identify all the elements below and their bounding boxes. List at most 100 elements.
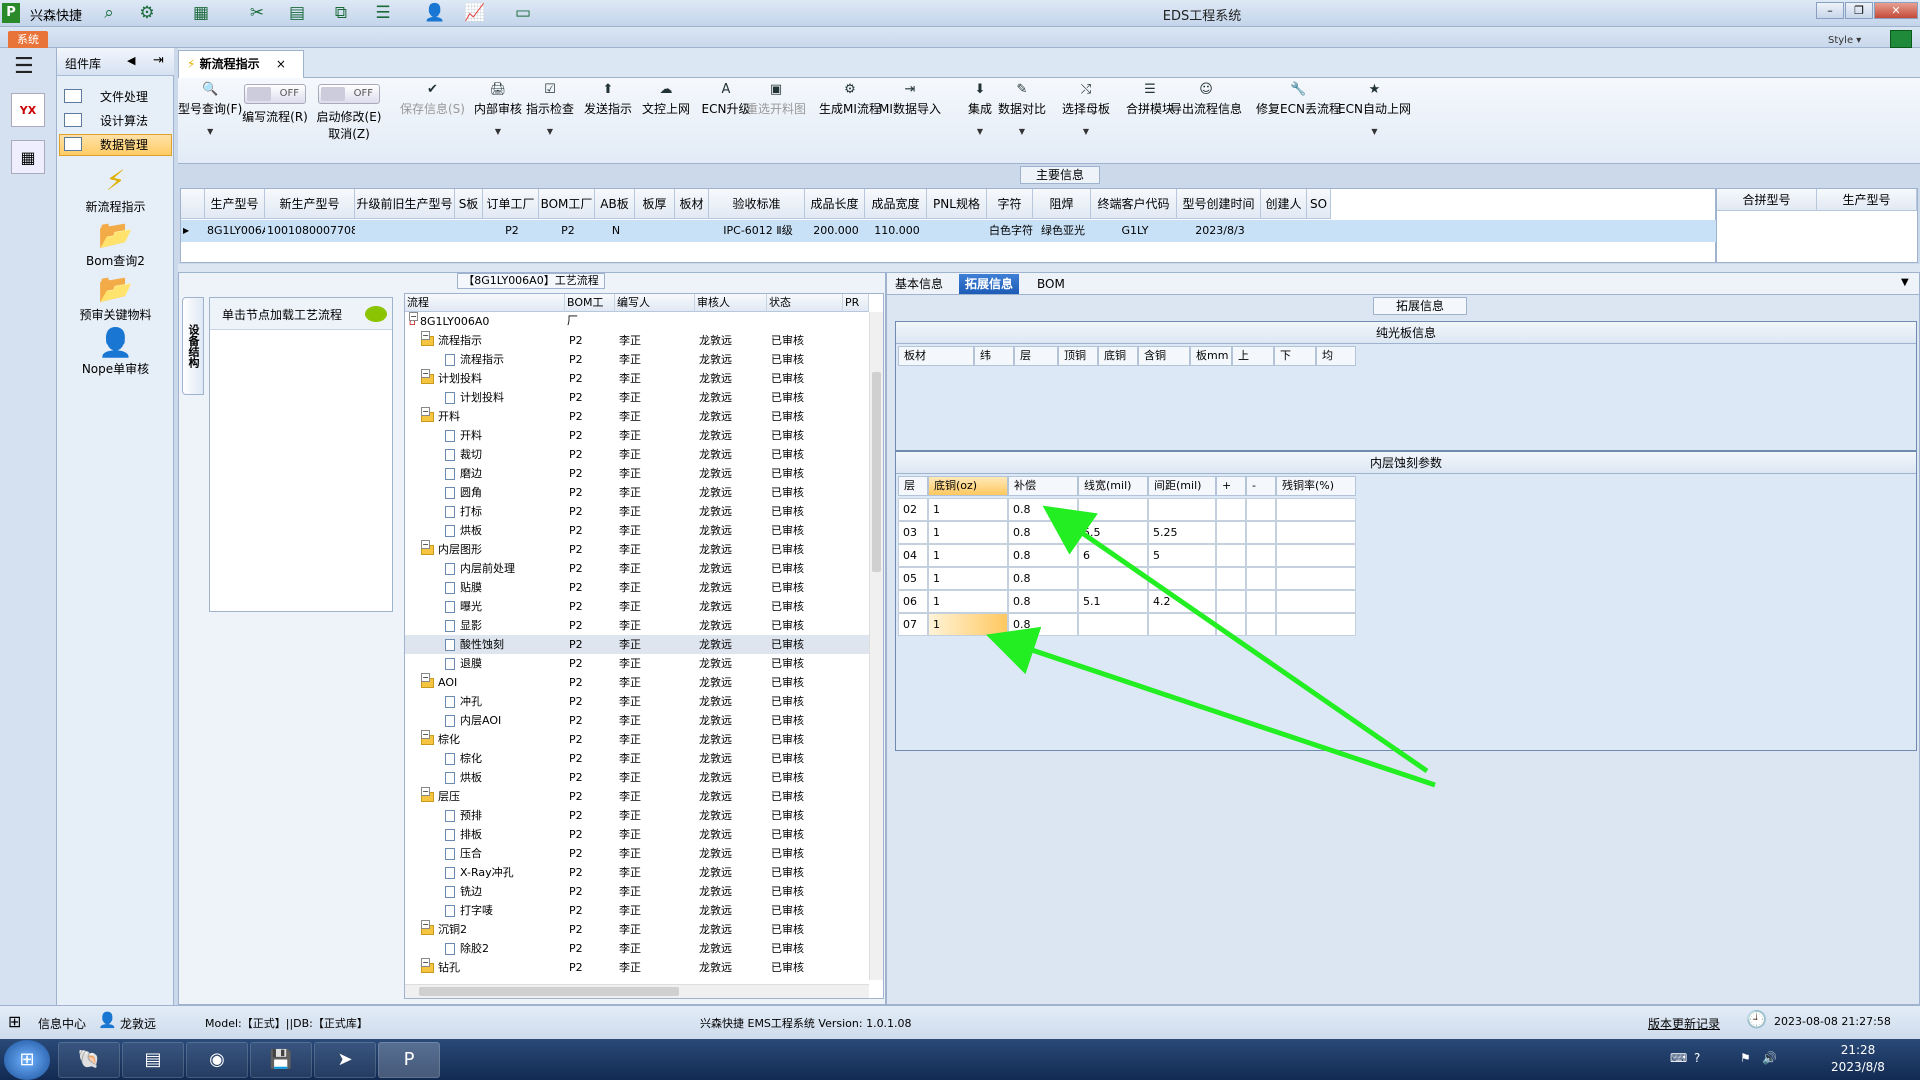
tree-row[interactable]: 裁切 P2 李正 龙敦远 已审核 (405, 445, 869, 464)
tray-volume-icon[interactable]: 🔊 (1762, 1051, 1777, 1065)
tree-node[interactable]: 计划投料 (433, 388, 504, 407)
toolbar-button-10[interactable]: ⚙ 生成MI流程 (818, 82, 882, 117)
tree-row[interactable]: 烘板 P2 李正 龙敦远 已审核 (405, 521, 869, 540)
main-grid-cell[interactable]: 白色字符 (987, 220, 1033, 242)
toolbar-button-5[interactable]: ☑ 指示检查 ▼ (518, 82, 582, 136)
tree-vertical-scrollbar[interactable] (869, 312, 883, 980)
toolbar-button-11[interactable]: ⇥ MI数据导入 (878, 82, 942, 117)
tree-node[interactable]: − AOI (421, 673, 457, 692)
tree-row[interactable]: 打字唛 P2 李正 龙敦远 已审核 (405, 901, 869, 920)
tree-row[interactable]: − 钻孔 P2 李正 龙敦远 已审核 (405, 958, 869, 977)
excel-icon[interactable] (1890, 30, 1912, 48)
tree-node[interactable]: 烘板 (433, 768, 482, 787)
tree-row[interactable]: − AOI P2 李正 龙敦远 已审核 (405, 673, 869, 692)
tree-row[interactable]: 压合 P2 李正 龙敦远 已审核 (405, 844, 869, 863)
tree-row[interactable]: 显影 P2 李正 龙敦远 已审核 (405, 616, 869, 635)
main-grid-cell[interactable]: 绿色亚光 (1033, 220, 1091, 242)
tree-row[interactable]: 内层前处理 P2 李正 龙敦远 已审核 (405, 559, 869, 578)
toolbar-button-13[interactable]: ✎ 数据对比 ▼ (990, 82, 1054, 136)
tree-row[interactable]: − 计划投料 P2 李正 龙敦远 已审核 (405, 369, 869, 388)
update-log-link[interactable]: 版本更新记录 (1648, 1015, 1720, 1032)
tray-keyboard-icon[interactable]: ⌨ (1670, 1051, 1687, 1065)
lib-new-process[interactable]: ⚡ 新流程指示 (57, 164, 174, 215)
expand-toggle-icon[interactable]: − (421, 540, 430, 549)
tree-node[interactable]: 打标 (433, 502, 482, 521)
system-tab[interactable]: 系统 (8, 31, 48, 48)
splitter[interactable] (178, 264, 1920, 272)
tree-node[interactable]: 打字唛 (433, 901, 493, 920)
toolbar-button-14[interactable]: ⤭ 选择母板 ▼ (1054, 82, 1118, 136)
tree-node[interactable]: 裁切 (433, 445, 482, 464)
expand-toggle-icon[interactable]: − (421, 407, 430, 416)
tree-row[interactable]: 流程指示 P2 李正 龙敦远 已审核 (405, 350, 869, 369)
main-grid-cell[interactable]: 110.000 (865, 220, 927, 242)
dropdown-arrow-icon[interactable]: ▼ (990, 127, 1054, 136)
tree-node[interactable]: 退膜 (433, 654, 482, 673)
main-grid-cell[interactable] (1307, 220, 1331, 242)
main-grid-cell[interactable] (355, 220, 455, 242)
dropdown-arrow-icon[interactable]: ▼ (1054, 127, 1118, 136)
tree-node[interactable]: 圆角 (433, 483, 482, 502)
maximize-button[interactable]: ❐ (1845, 2, 1873, 19)
minimize-button[interactable]: – (1816, 2, 1844, 19)
tree-row[interactable]: − 层压 P2 李正 龙敦远 已审核 (405, 787, 869, 806)
tree-row[interactable]: − 沉铜2 P2 李正 龙敦远 已审核 (405, 920, 869, 939)
dropdown-arrow-icon[interactable]: ▼ (178, 127, 242, 136)
toggle-switch[interactable]: OFF (318, 84, 380, 104)
yx-logo-icon[interactable]: YX (11, 93, 45, 127)
tree-row[interactable]: 铣边 P2 李正 龙敦远 已审核 (405, 882, 869, 901)
tree-row[interactable]: 贴膜 P2 李正 龙敦远 已审核 (405, 578, 869, 597)
main-grid-cell[interactable]: 8G1LY006A0 (205, 220, 265, 242)
tree-node[interactable]: 压合 (433, 844, 482, 863)
calculator-icon[interactable]: ▦ (11, 140, 45, 174)
tab-close-icon[interactable]: × (276, 57, 286, 71)
tree-node[interactable]: − 开料 (421, 407, 460, 426)
tree-row[interactable]: − 开料 P2 李正 龙敦远 已审核 (405, 407, 869, 426)
menu-icon[interactable]: ☰ (14, 56, 40, 78)
tree-node[interactable]: 开料 (433, 426, 482, 445)
main-grid-cell[interactable]: 200.000 (805, 220, 865, 242)
taskbar-notepad-icon[interactable]: ▤ (122, 1042, 184, 1078)
toolbar-button-9[interactable]: ▣ 重选开料图 (744, 82, 808, 117)
lib-item-data-management[interactable]: 数据管理 (59, 134, 172, 156)
tree-node[interactable]: − 沉铜2 (421, 920, 467, 939)
tree-node[interactable]: 排板 (433, 825, 482, 844)
tree-row[interactable]: 计划投料 P2 李正 龙敦远 已审核 (405, 388, 869, 407)
tree-node[interactable]: 贴膜 (433, 578, 482, 597)
main-grid-cell[interactable]: 2023/8/3 (1177, 220, 1261, 242)
lib-item-design-algorithm[interactable]: 设计算法 (59, 110, 172, 132)
tree-node[interactable]: 内层AOI (433, 711, 501, 730)
main-grid-cell[interactable]: P2 (539, 220, 595, 242)
tree-node[interactable]: 棕化 (433, 749, 482, 768)
tree-node[interactable]: 磨边 (433, 464, 482, 483)
tree-node[interactable]: X-Ray冲孔 (433, 863, 514, 882)
main-grid-cell[interactable] (455, 220, 483, 242)
tree-row[interactable]: 除胶2 P2 李正 龙敦远 已审核 (405, 939, 869, 958)
expand-toggle-icon[interactable]: − (421, 730, 430, 739)
start-button[interactable]: ⊞ (4, 1040, 50, 1080)
tree-row[interactable]: 开料 P2 李正 龙敦远 已审核 (405, 426, 869, 445)
taskbar-save-icon[interactable]: 💾 (250, 1042, 312, 1078)
close-button[interactable]: ✕ (1874, 2, 1918, 19)
tab-new-process[interactable]: ⚡ 新流程指示 × (178, 50, 304, 78)
tree-row[interactable]: 圆角 P2 李正 龙敦远 已审核 (405, 483, 869, 502)
tree-row[interactable]: 内层AOI P2 李正 龙敦远 已审核 (405, 711, 869, 730)
toolbar-button-2[interactable]: OFF 启动修改(E) 取消(Z) (314, 82, 384, 142)
lib-item-file-processing[interactable]: 文件处理 (59, 86, 172, 108)
tree-horizontal-scrollbar[interactable] (405, 984, 869, 998)
tree-node[interactable]: − 内层图形 (421, 540, 482, 559)
toolbar-button-7[interactable]: ☁ 文控上网 (634, 82, 698, 117)
info-center-label[interactable]: 信息中心 (38, 1015, 86, 1032)
toolbar-button-16[interactable]: ☺ 导出流程信息 (1170, 82, 1242, 117)
tree-node[interactable]: − 层压 (421, 787, 460, 806)
main-grid-cell[interactable] (1261, 220, 1307, 242)
lib-nope-review[interactable]: 👤 Nope单审核 (57, 326, 174, 377)
tree-row[interactable]: 磨边 P2 李正 龙敦远 已审核 (405, 464, 869, 483)
expand-toggle-icon[interactable]: − (421, 369, 430, 378)
main-grid-cell[interactable]: 10010800077080 (265, 220, 355, 242)
toolbar-button-6[interactable]: ⬆ 发送指示 (576, 82, 640, 117)
tree-node[interactable]: 酸性蚀刻 (433, 635, 504, 654)
lib-bom-query[interactable]: 📂 Bom查询2 (57, 218, 174, 269)
tree-row[interactable]: 冲孔 P2 李正 龙敦远 已审核 (405, 692, 869, 711)
main-grid-cell[interactable] (635, 220, 675, 242)
